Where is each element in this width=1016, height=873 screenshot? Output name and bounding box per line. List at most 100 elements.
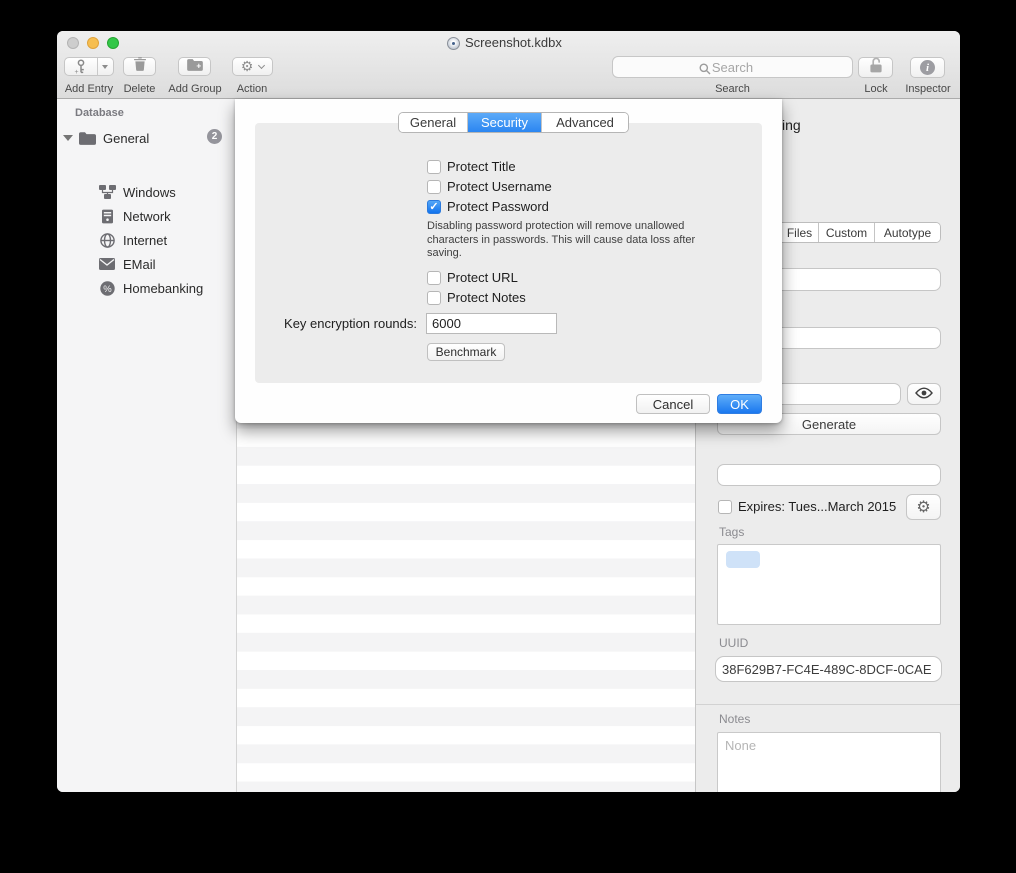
tags-label: Tags — [719, 525, 744, 539]
window-title: Screenshot.kdbx — [465, 35, 562, 50]
svg-text:+: + — [196, 60, 201, 70]
protect-url-checkbox[interactable] — [427, 271, 441, 285]
sidebar-item-homebanking[interactable]: % Homebanking — [97, 279, 203, 297]
unlocked-padlock-icon — [869, 57, 883, 78]
show-password-button[interactable] — [907, 383, 941, 405]
group-sidebar: Database General 2 Windows Network Inte — [57, 99, 237, 792]
sidebar-section-header: Database — [75, 107, 124, 119]
percent-circle-icon: % — [97, 281, 117, 296]
uuid-field[interactable] — [715, 656, 942, 682]
protect-password-checkbox[interactable] — [427, 200, 441, 214]
tab-security[interactable]: Security — [467, 113, 541, 132]
close-window-button[interactable] — [67, 37, 79, 49]
checkbox-label: Protect URL — [447, 270, 518, 285]
add-entry-button[interactable]: + — [64, 57, 114, 76]
settings-tabs: General Security Advanced — [398, 112, 629, 133]
uuid-input[interactable] — [716, 657, 941, 681]
sidebar-item-label: General — [103, 131, 149, 146]
sidebar-item-network[interactable]: Network — [97, 207, 171, 225]
svg-text:+: + — [75, 69, 79, 75]
inspector-label: Inspector — [897, 83, 959, 95]
key-rounds-input[interactable] — [427, 314, 556, 333]
tab-advanced[interactable]: Advanced — [541, 113, 628, 132]
tab-files[interactable]: Files — [780, 223, 818, 242]
tab-custom[interactable]: Custom — [818, 223, 874, 242]
notes-label: Notes — [719, 712, 750, 726]
password-protection-warning: Disabling password protection will remov… — [427, 220, 727, 261]
server-icon — [97, 209, 117, 224]
gear-icon: ⚙ — [241, 60, 254, 74]
globe-icon — [97, 233, 117, 248]
add-entry-dropdown[interactable] — [98, 65, 113, 69]
protect-username-row: Protect Username — [427, 179, 552, 194]
protect-password-row: Protect Password — [427, 199, 549, 214]
eye-icon — [915, 387, 933, 402]
cancel-button[interactable]: Cancel — [636, 394, 710, 414]
protect-notes-checkbox[interactable] — [427, 291, 441, 305]
triangle-down-icon — [102, 65, 108, 69]
checkbox-label: Protect Title — [447, 159, 516, 174]
sidebar-item-label: Internet — [123, 233, 167, 248]
windows-network-icon — [97, 185, 117, 199]
notes-input[interactable] — [718, 733, 940, 792]
delete-button[interactable] — [123, 57, 156, 76]
protect-url-row: Protect URL — [427, 270, 518, 285]
zoom-window-button[interactable] — [107, 37, 119, 49]
titlebar-toolbar: Screenshot.kdbx + Add Entry Delete + Add… — [57, 31, 960, 99]
expires-label: Expires: Tues...March 2015 — [738, 499, 896, 514]
checkbox-label: Protect Password — [447, 199, 549, 214]
folder-plus-icon: + — [187, 58, 203, 76]
key-rounds-field — [426, 313, 557, 334]
search-field[interactable] — [612, 56, 853, 78]
sidebar-item-label: Network — [123, 209, 171, 224]
envelope-icon — [97, 258, 117, 270]
tab-autotype[interactable]: Autotype — [874, 223, 940, 242]
entry-count-badge: 2 — [207, 129, 222, 144]
lock-button[interactable] — [858, 57, 893, 78]
divider — [696, 704, 960, 705]
action-label: Action — [222, 83, 282, 95]
search-label: Search — [612, 83, 853, 95]
search-input[interactable] — [613, 57, 852, 77]
chevron-down-icon — [258, 61, 265, 68]
action-button[interactable]: ⚙ — [232, 57, 273, 76]
gear-icon: ⚙ — [916, 499, 930, 515]
tag-pill[interactable] — [726, 551, 760, 568]
add-entry-label: Add Entry — [64, 83, 114, 95]
key-rounds-label: Key encryption rounds: — [255, 316, 417, 331]
protect-username-checkbox[interactable] — [427, 180, 441, 194]
url-field[interactable] — [717, 464, 941, 486]
inspector-button[interactable]: i — [910, 57, 945, 78]
lock-label: Lock — [853, 83, 899, 95]
disclosure-triangle-icon[interactable] — [63, 135, 73, 141]
trash-icon — [134, 57, 146, 76]
document-icon — [447, 37, 460, 50]
sidebar-item-label: Homebanking — [123, 281, 203, 296]
protect-title-row: Protect Title — [427, 159, 516, 174]
sidebar-item-email[interactable]: EMail — [97, 255, 156, 273]
expires-checkbox[interactable] — [718, 500, 732, 514]
expires-settings-button[interactable]: ⚙ — [906, 494, 941, 520]
svg-text:%: % — [103, 283, 112, 294]
uuid-label: UUID — [719, 636, 748, 650]
checkbox-label: Protect Notes — [447, 290, 526, 305]
database-settings-dialog: General Security Advanced Protect Title … — [235, 99, 782, 423]
benchmark-button[interactable]: Benchmark — [427, 343, 505, 361]
add-group-button[interactable]: + — [178, 57, 211, 76]
sidebar-item-label: Windows — [123, 185, 176, 200]
tags-box[interactable] — [717, 544, 941, 625]
info-circle-icon: i — [920, 60, 935, 75]
notes-box — [717, 732, 941, 792]
ok-button[interactable]: OK — [717, 394, 762, 414]
sidebar-item-general[interactable]: General — [77, 129, 149, 147]
add-group-label: Add Group — [165, 83, 225, 95]
tab-general[interactable]: General — [399, 113, 467, 132]
minimize-window-button[interactable] — [87, 37, 99, 49]
expires-row: Expires: Tues...March 2015 — [718, 499, 896, 514]
folder-icon — [77, 132, 97, 145]
sidebar-item-windows[interactable]: Windows — [97, 183, 176, 201]
protect-title-checkbox[interactable] — [427, 160, 441, 174]
protect-notes-row: Protect Notes — [427, 290, 526, 305]
sidebar-item-internet[interactable]: Internet — [97, 231, 167, 249]
app-window: Screenshot.kdbx + Add Entry Delete + Add… — [57, 31, 960, 792]
